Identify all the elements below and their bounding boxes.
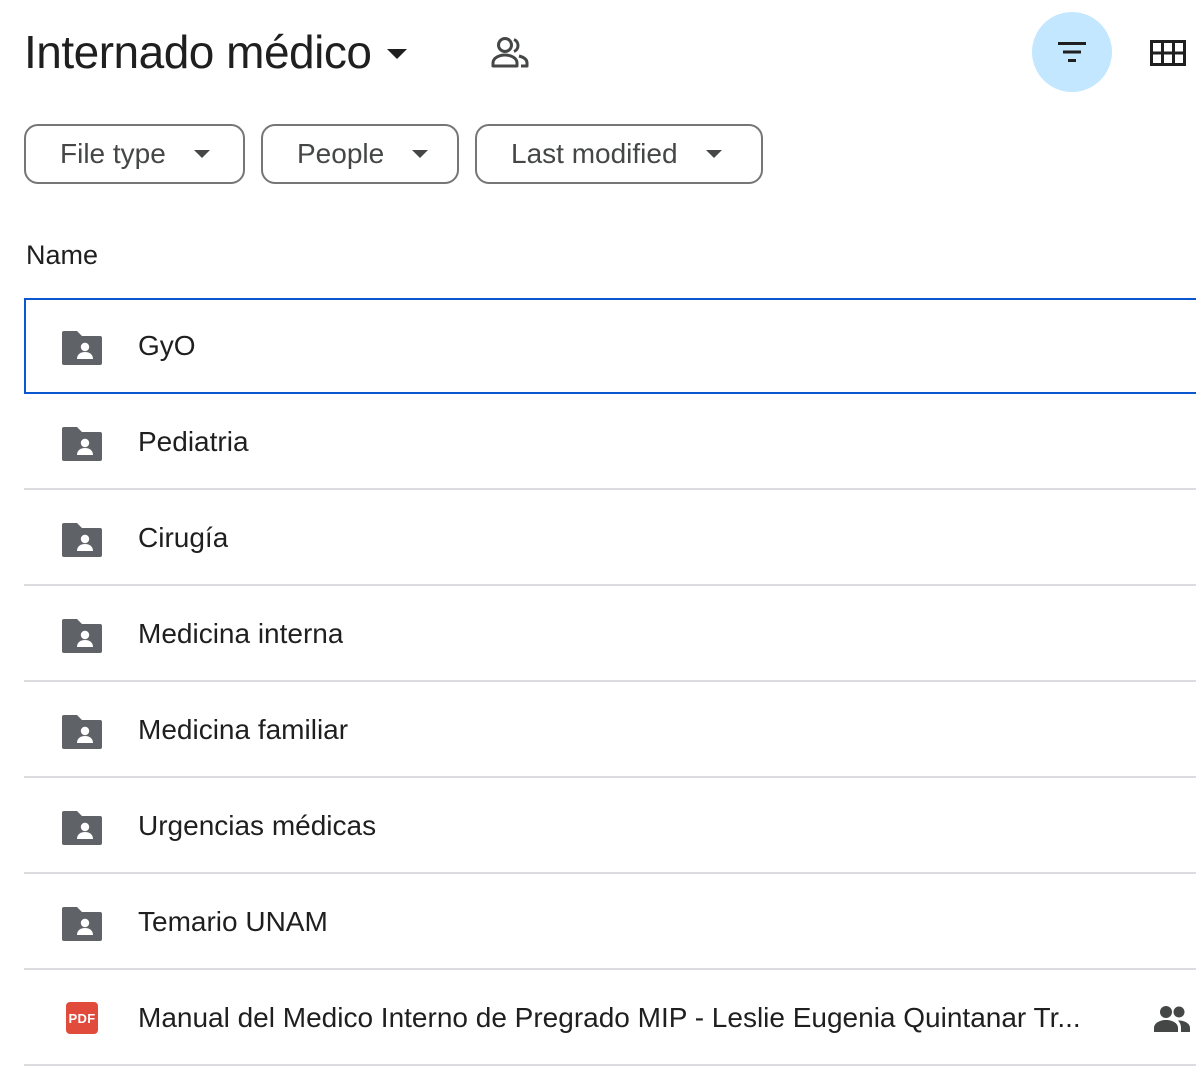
caret-down-icon: [412, 150, 429, 158]
caret-down-icon: [387, 49, 408, 59]
file-list: GyO Pediatria Cirugía Medicina interna M…: [24, 298, 1196, 1066]
filter-list-icon: [1058, 42, 1086, 62]
list-item[interactable]: Medicina interna: [24, 586, 1196, 682]
shared-folder-icon: [62, 715, 102, 749]
last-modified-filter-label: Last modified: [511, 138, 678, 169]
shared-folder-icon: [62, 427, 102, 461]
list-item[interactable]: Pediatria: [24, 394, 1196, 490]
filter-chips: File type People Last modified: [24, 124, 779, 188]
item-name: Temario UNAM: [138, 906, 328, 937]
item-name: Medicina familiar: [138, 714, 349, 745]
file-type-filter-chip[interactable]: File type: [24, 124, 245, 184]
list-item[interactable]: Temario UNAM: [24, 874, 1196, 970]
item-name: GyO: [138, 330, 196, 361]
shared-folder-icon: [62, 907, 102, 941]
list-item[interactable]: Urgencias médicas: [24, 778, 1196, 874]
grid-view-icon: [1150, 40, 1186, 66]
people-filter-chip[interactable]: People: [261, 124, 459, 184]
grid-view-button[interactable]: [1140, 30, 1196, 76]
item-name: Manual del Medico Interno de Pregrado MI…: [138, 1002, 1081, 1033]
caret-down-icon: [193, 150, 210, 158]
folder-title-dropdown[interactable]: Internado médico: [24, 22, 408, 82]
page-title: Internado médico: [24, 26, 372, 78]
people-filter-label: People: [297, 138, 385, 169]
shared-folder-icon: [62, 523, 102, 557]
people-outline-icon: [491, 37, 529, 68]
shared-people-icon: [1154, 1006, 1190, 1032]
shared-folder-icon: [62, 331, 102, 365]
caret-down-icon: [705, 150, 722, 158]
list-item[interactable]: PDF Manual del Medico Interno de Pregrad…: [24, 970, 1196, 1066]
last-modified-filter-chip[interactable]: Last modified: [475, 124, 763, 184]
list-item[interactable]: GyO: [24, 298, 1196, 394]
file-type-filter-label: File type: [60, 138, 166, 169]
item-name: Cirugía: [138, 522, 229, 553]
list-item[interactable]: Medicina familiar: [24, 682, 1196, 778]
shared-folder-icon: [62, 811, 102, 845]
item-name: Urgencias médicas: [138, 810, 377, 841]
name-column-header[interactable]: Name: [26, 240, 98, 271]
item-name: Medicina interna: [138, 618, 344, 649]
list-item[interactable]: Cirugía: [24, 490, 1196, 586]
filter-button[interactable]: [1032, 12, 1112, 92]
pdf-file-icon: PDF: [66, 1002, 98, 1034]
item-name: Pediatria: [138, 426, 249, 457]
toolbar-header: Internado médico: [0, 0, 1196, 110]
shared-folder-icon: [62, 619, 102, 653]
